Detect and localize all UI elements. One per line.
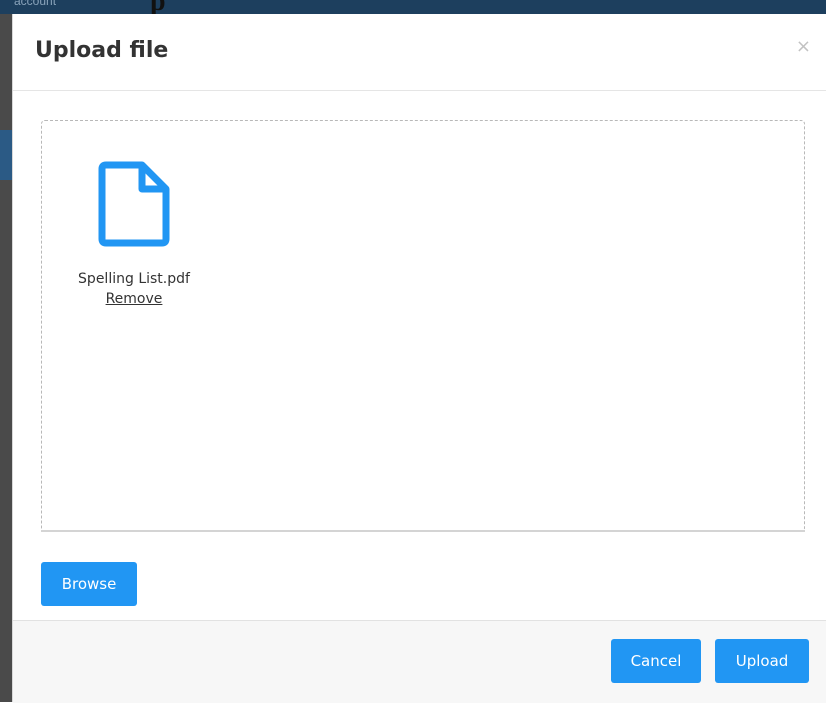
cancel-button[interactable]: Cancel (611, 639, 701, 683)
dropzone-bottom-border (41, 530, 805, 532)
modal-title: Upload file (35, 38, 169, 63)
file-dropzone[interactable]: Spelling List.pdf Remove (41, 120, 805, 532)
document-icon (98, 161, 170, 247)
background-edge-mark (0, 130, 12, 180)
file-preview: Spelling List.pdf Remove (64, 161, 204, 308)
upload-file-modal: Upload file × Spelling List.pdf Remove B… (12, 14, 826, 703)
modal-header: Upload file × (13, 14, 826, 91)
upload-button[interactable]: Upload (715, 639, 809, 683)
file-name: Spelling List.pdf (78, 271, 190, 287)
browse-button[interactable]: Browse (41, 562, 137, 606)
background-topbar: account (0, 0, 826, 14)
close-icon[interactable]: × (796, 36, 811, 57)
background-breadcrumb: account (14, 0, 57, 8)
modal-footer: Cancel Upload (13, 620, 826, 703)
remove-file-link[interactable]: Remove (106, 291, 163, 307)
